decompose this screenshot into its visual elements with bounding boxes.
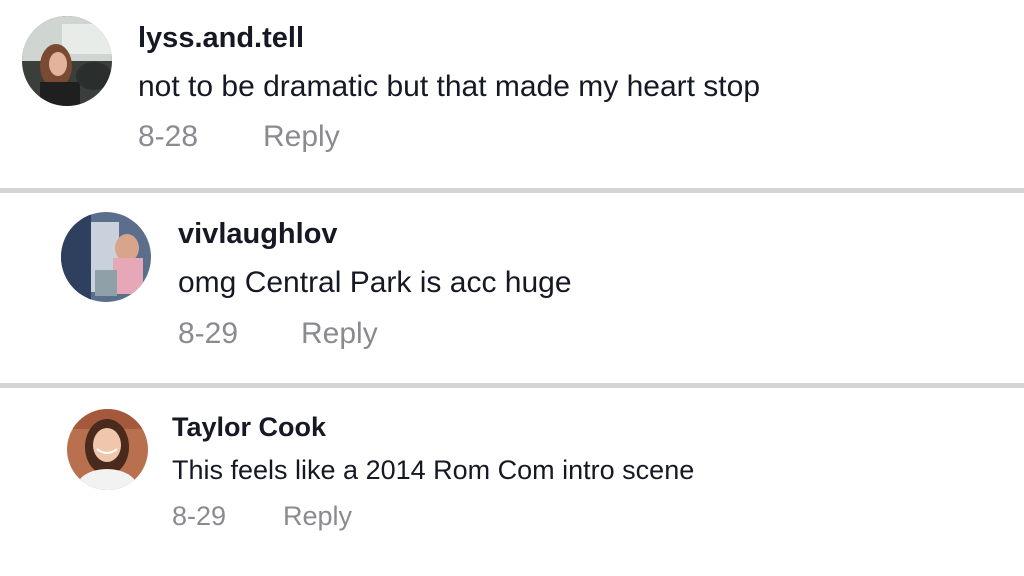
- comment-username[interactable]: lyss.and.tell: [138, 22, 304, 55]
- comment-date: 8-29: [178, 317, 239, 350]
- user-avatar[interactable]: [61, 212, 151, 302]
- comment-date: 8-28: [138, 120, 199, 153]
- comment-item: lyss.and.tell not to be dramatic but tha…: [0, 0, 1024, 188]
- comment-date: 8-29: [172, 501, 227, 531]
- user-avatar[interactable]: [22, 16, 112, 106]
- comment-username[interactable]: Taylor Cook: [172, 412, 326, 443]
- avatar-photo-icon: [67, 409, 148, 490]
- avatar-photo-icon: [61, 212, 151, 302]
- reply-button[interactable]: Reply: [263, 120, 340, 154]
- avatar-photo-icon: [22, 16, 112, 106]
- comment-text: This feels like a 2014 Rom Com intro sce…: [172, 455, 695, 485]
- reply-button[interactable]: Reply: [301, 317, 378, 351]
- reply-button[interactable]: Reply: [283, 501, 352, 532]
- comment-username[interactable]: vivlaughlov: [178, 218, 338, 251]
- comments-list: lyss.and.tell not to be dramatic but tha…: [0, 0, 1024, 576]
- user-avatar[interactable]: [67, 409, 148, 490]
- comment-item: vivlaughlov omg Central Park is acc huge…: [0, 193, 1024, 383]
- comment-text: omg Central Park is acc huge: [178, 266, 572, 299]
- comment-text: not to be dramatic but that made my hear…: [138, 70, 761, 103]
- comment-item: Taylor Cook This feels like a 2014 Rom C…: [0, 388, 1024, 576]
